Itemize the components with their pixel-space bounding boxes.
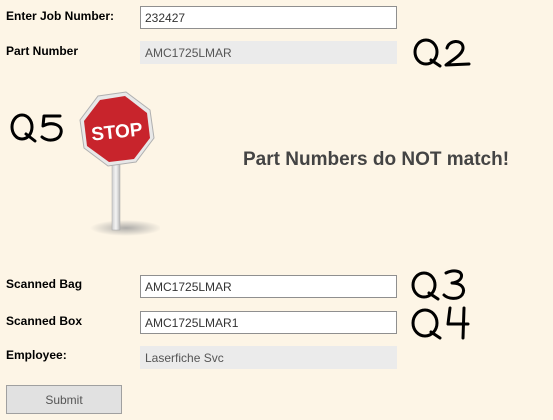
scanned-bag-label: Scanned Bag bbox=[6, 277, 83, 291]
scanned-box-input[interactable] bbox=[140, 311, 397, 334]
annotation-q3 bbox=[411, 269, 466, 301]
mismatch-message: Part Numbers do NOT match! bbox=[243, 149, 510, 170]
scanned-box-label: Scanned Box bbox=[6, 314, 83, 328]
employee-label: Employee: bbox=[6, 348, 67, 362]
submit-button[interactable]: Submit bbox=[6, 385, 122, 414]
employee-field bbox=[140, 346, 397, 369]
annotation-q5 bbox=[10, 113, 63, 143]
job-number-input[interactable] bbox=[140, 6, 397, 29]
scanned-bag-input[interactable] bbox=[140, 275, 397, 298]
annotation-q2 bbox=[413, 38, 471, 68]
annotation-q4 bbox=[411, 306, 470, 340]
stop-sign-icon: STOP bbox=[79, 91, 160, 236]
part-number-field bbox=[140, 41, 397, 64]
part-number-label: Part Number bbox=[6, 44, 79, 58]
job-number-label: Enter Job Number: bbox=[6, 9, 115, 23]
